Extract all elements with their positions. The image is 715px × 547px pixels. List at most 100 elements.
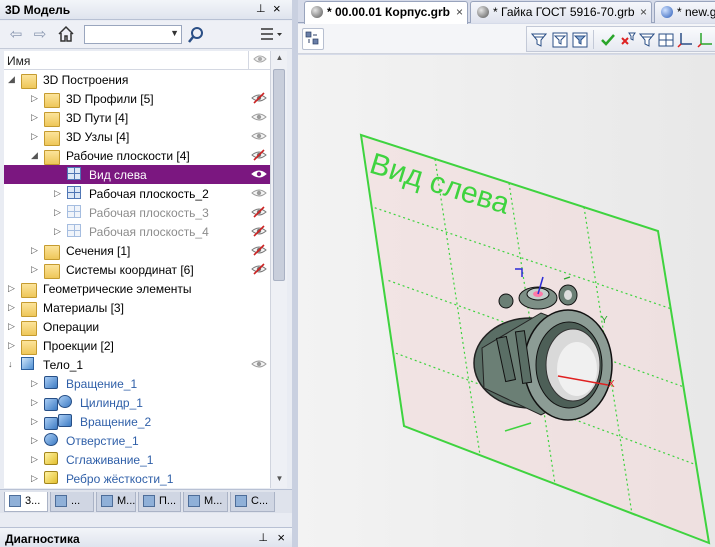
filter-icon[interactable] (530, 32, 548, 48)
eye-icon[interactable] (251, 358, 267, 370)
expand-toggle-icon[interactable]: ▷ (8, 320, 18, 332)
filter-icon[interactable] (552, 32, 568, 48)
eye-icon[interactable] (251, 111, 267, 123)
expand-toggle-icon[interactable]: ▷ (31, 377, 41, 389)
panel-tab[interactable]: 3... (4, 492, 48, 512)
expand-toggle-icon[interactable]: ◢ (31, 149, 41, 161)
tree-item-label: 3D Построения (43, 73, 129, 87)
tree-item[interactable]: ▷ Материалы [3] (4, 298, 270, 317)
tree-item-label: Тело_1 (43, 358, 84, 372)
expand-toggle-icon[interactable]: ▷ (31, 396, 41, 408)
panel-tab[interactable]: М... (183, 492, 228, 512)
expand-toggle-icon[interactable]: ▷ (54, 206, 64, 218)
tree-item[interactable]: ▷ Сечения [1] (4, 241, 270, 260)
hidden-eye-icon[interactable] (251, 92, 267, 104)
expand-toggle-icon[interactable]: ▷ (31, 472, 41, 484)
doc-tab-gayka[interactable]: * Гайка ГОСТ 5916-70.grb × (470, 1, 652, 23)
home-icon[interactable] (56, 25, 76, 45)
tree-item[interactable]: ▷ Сглаживание_1 (4, 450, 270, 469)
eye-icon[interactable] (251, 168, 267, 180)
panel-tab[interactable]: П... (138, 492, 181, 512)
tree-item[interactable]: ▷ Отверстие_1 (4, 431, 270, 450)
tree-item[interactable]: ▷ 3D Профили [5] (4, 89, 270, 108)
list-view-icon[interactable] (258, 25, 286, 45)
expand-toggle-icon[interactable]: ▷ (31, 453, 41, 465)
filter-combo[interactable]: ▼ (84, 25, 182, 44)
expand-toggle-icon[interactable]: ◢ (8, 73, 18, 85)
3d-viewport[interactable]: Вид слева Y X (298, 55, 715, 547)
expand-toggle-icon[interactable]: ▷ (31, 130, 41, 142)
tree-item[interactable]: ▷ Ребро жёсткости_1 (4, 469, 270, 488)
hidden-eye-icon[interactable] (251, 149, 267, 161)
filter-icon[interactable] (572, 32, 588, 48)
tree-item[interactable]: ▷ 3D Пути [4] (4, 108, 270, 127)
pin-icon[interactable]: ⊥ (258, 531, 268, 544)
tree-item[interactable]: ▷ 3D Узлы [4] (4, 127, 270, 146)
expand-toggle-icon[interactable]: ▷ (54, 187, 64, 199)
hidden-eye-icon[interactable] (251, 206, 267, 218)
close-tab-icon[interactable]: × (456, 2, 463, 22)
tree-item[interactable]: ▷ Операции (4, 317, 270, 336)
close-icon[interactable]: × (273, 1, 285, 16)
tree-item[interactable]: ▷ Проекции [2] (4, 336, 270, 355)
tree-item[interactable]: Вид слева (4, 165, 270, 184)
hidden-eye-icon[interactable] (251, 263, 267, 275)
checkmark-icon[interactable] (600, 32, 616, 48)
tree-item[interactable]: ▷ Геометрические элементы (4, 279, 270, 298)
tree-item[interactable]: ▷ Рабочая плоскость_3 (4, 203, 270, 222)
expand-toggle-icon[interactable]: ▷ (8, 301, 18, 313)
tree-item[interactable]: ◢ 3D Построения (4, 70, 270, 89)
panel-tab[interactable]: ... (50, 492, 94, 512)
panel-tab-icon (143, 495, 155, 507)
pin-icon[interactable]: ⊥ (256, 2, 268, 16)
scrollbar-thumb[interactable] (273, 69, 285, 281)
view-options-button[interactable] (302, 28, 324, 50)
expand-toggle-icon[interactable]: ↓ (8, 358, 18, 370)
search-icon[interactable] (186, 25, 206, 45)
axis-y-label: Y (601, 315, 608, 326)
tree-item[interactable]: ▷ Вращение_2 (4, 412, 270, 431)
hidden-eye-icon[interactable] (251, 225, 267, 237)
close-icon[interactable]: × (277, 530, 285, 545)
expand-toggle-icon[interactable]: ▷ (31, 92, 41, 104)
doc-tab-new[interactable]: * new.g (654, 1, 715, 23)
tree-item[interactable]: ▷ Цилиндр_1 (4, 393, 270, 412)
doc-tab-label: * 00.00.01 Корпус.grb (327, 5, 450, 19)
folder-icon (44, 112, 60, 127)
filter-icon[interactable] (638, 32, 656, 48)
scroll-down-icon[interactable]: ▼ (273, 474, 286, 486)
close-tab-icon[interactable]: × (640, 2, 647, 22)
scroll-up-icon[interactable]: ▲ (273, 53, 286, 65)
tree-scrollbar[interactable]: ▲ ▼ (270, 51, 287, 488)
tree-item[interactable]: ↓ Тело_1 (4, 355, 270, 374)
panel-tab[interactable]: С... (230, 492, 275, 512)
back-arrow-icon[interactable]: ⇦ (6, 25, 26, 45)
tree-item[interactable]: ▷ Вращение_1 (4, 374, 270, 393)
forward-arrow-icon[interactable]: ⇨ (30, 25, 50, 45)
expand-toggle-icon[interactable]: ▷ (31, 244, 41, 256)
expand-toggle-icon[interactable]: ▷ (31, 415, 41, 427)
panel-tab[interactable]: М... (96, 492, 136, 512)
expand-toggle-icon[interactable]: ▷ (8, 339, 18, 351)
expand-toggle-icon[interactable]: ▷ (54, 225, 64, 237)
expand-toggle-icon[interactable]: ▷ (31, 263, 41, 275)
tree-item[interactable]: ▷ Рабочая плоскость_4 (4, 222, 270, 241)
tree-item[interactable]: ◢ Рабочие плоскости [4] (4, 146, 270, 165)
cross-filter-icon[interactable] (620, 32, 636, 48)
tree-item[interactable]: ▷ Системы координат [6] (4, 260, 270, 279)
expand-toggle-icon[interactable]: ▷ (31, 434, 41, 446)
expand-toggle-icon[interactable]: ▷ (8, 282, 18, 294)
eye-icon[interactable] (253, 53, 267, 68)
hidden-eye-icon[interactable] (251, 244, 267, 256)
grid-icon[interactable] (658, 32, 674, 48)
axes-icon[interactable] (697, 32, 713, 48)
eye-icon[interactable] (251, 187, 267, 199)
column-divider[interactable] (248, 51, 249, 69)
axes-icon[interactable] (677, 32, 693, 48)
link-icon (44, 398, 58, 411)
fillet-icon (44, 452, 58, 465)
tree-item[interactable]: ▷ Рабочая плоскость_2 (4, 184, 270, 203)
doc-tab-korpus[interactable]: * 00.00.01 Корпус.grb × (304, 1, 468, 24)
expand-toggle-icon[interactable]: ▷ (31, 111, 41, 123)
eye-icon[interactable] (251, 130, 267, 142)
